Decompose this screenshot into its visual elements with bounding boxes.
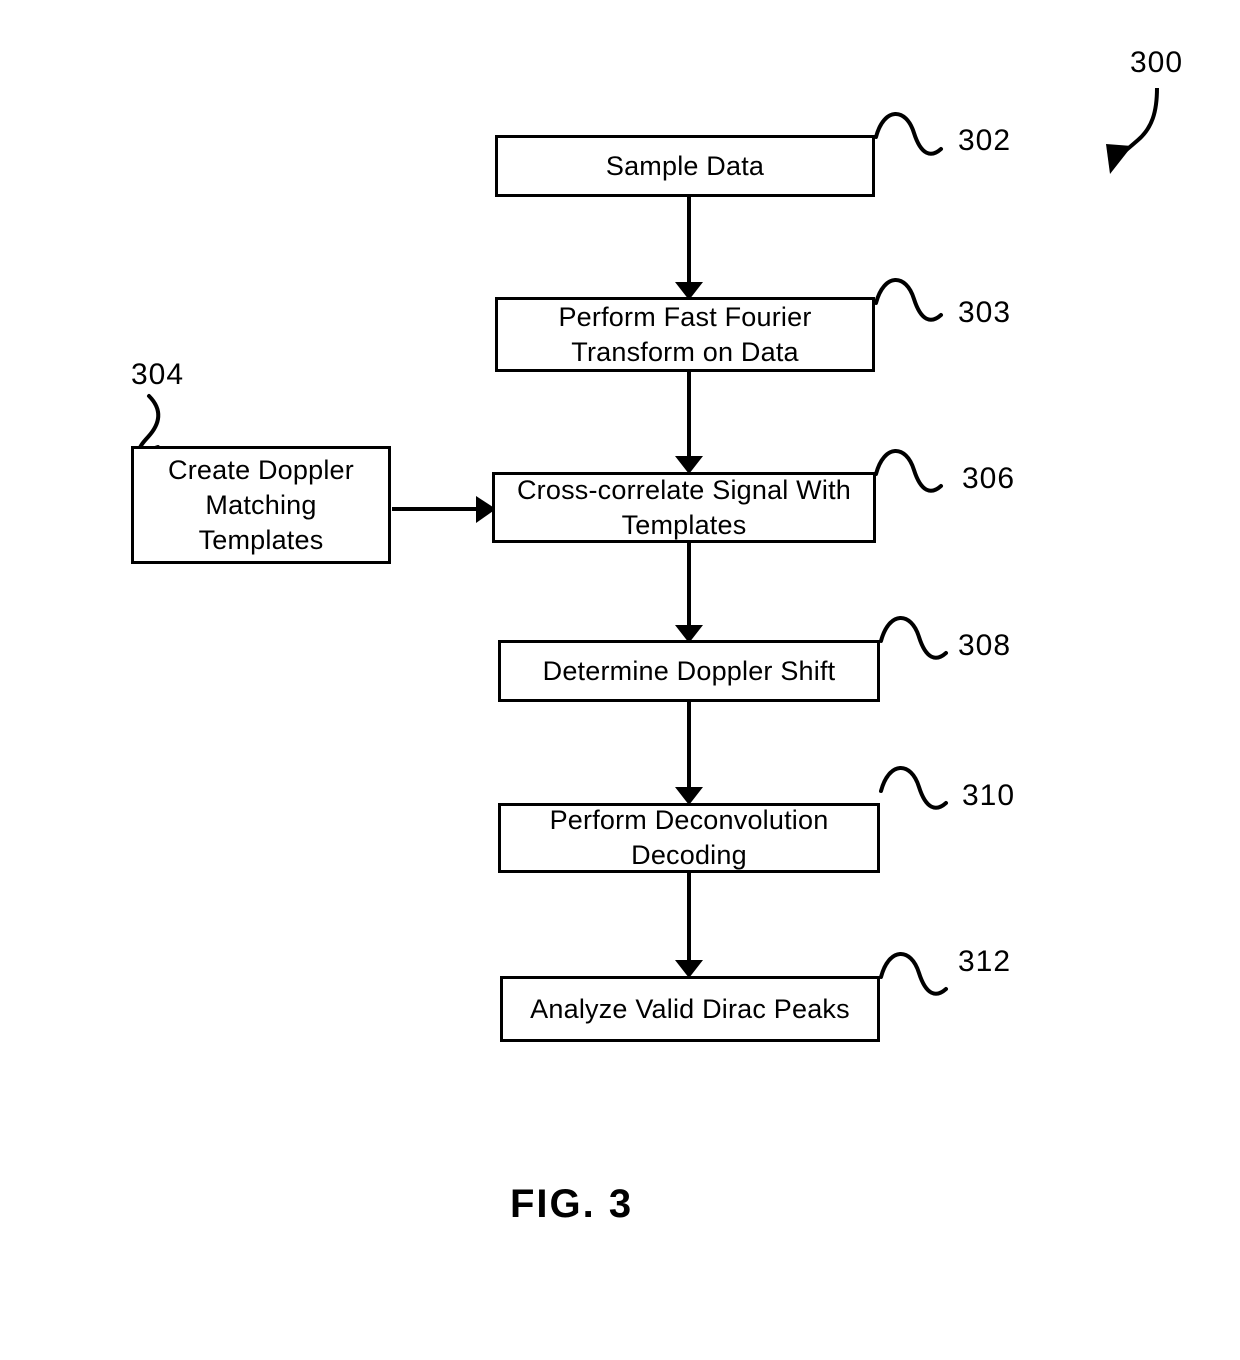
ref-number-312: 312 xyxy=(958,945,1012,978)
node-label: Analyze Valid Dirac Peaks xyxy=(530,993,850,1024)
node-sample-data[interactable]: Sample Data xyxy=(495,135,875,197)
ref-number-310: 310 xyxy=(962,779,1016,812)
node-label: Perform Deconvolution Decoding xyxy=(549,805,829,870)
ref-300-curve xyxy=(1117,87,1159,158)
ref-number-306: 306 xyxy=(962,462,1016,495)
node-label: Determine Doppler Shift xyxy=(542,655,836,686)
node-analyze-dirac-peaks[interactable]: Analyze Valid Dirac Peaks xyxy=(500,976,880,1042)
figure-ref-arrow xyxy=(1117,87,1159,158)
leader-squiggle-310 xyxy=(879,766,948,810)
leader-squiggle-312 xyxy=(879,952,948,996)
ref-number-302: 302 xyxy=(958,124,1012,157)
leader-squiggle-303 xyxy=(874,278,943,322)
leader-squiggle-304 xyxy=(137,394,161,453)
ref-number-303: 303 xyxy=(958,296,1012,329)
node-cross-correlate[interactable]: Cross-correlate Signal With Templates xyxy=(492,472,876,543)
ref-number-304: 304 xyxy=(131,358,185,391)
figure-caption: FIG. 3 xyxy=(510,1182,634,1226)
ref-300-arrowhead xyxy=(1106,144,1132,174)
ref-number-300: 300 xyxy=(1130,46,1184,79)
ref-number-308: 308 xyxy=(958,629,1012,662)
arrowhead-group xyxy=(476,282,703,978)
node-label: Perform Fast Fourier Transform on Data xyxy=(558,301,812,367)
patent-figure-canvas: Sample Data Perform Fast Fourier Transfo… xyxy=(0,0,1240,1360)
node-label: Sample Data xyxy=(605,150,765,181)
node-determine-doppler-shift[interactable]: Determine Doppler Shift xyxy=(498,640,880,702)
leader-squiggle-302 xyxy=(874,112,943,156)
node-create-doppler-templates[interactable]: Create Doppler Matching Templates xyxy=(131,446,391,564)
node-label: Cross-correlate Signal With Templates xyxy=(516,474,851,540)
node-perform-fft[interactable]: Perform Fast Fourier Transform on Data xyxy=(495,297,875,372)
node-label: Create Doppler Matching Templates xyxy=(168,454,354,555)
node-perform-deconvolution[interactable]: Perform Deconvolution Decoding xyxy=(498,803,880,873)
leader-squiggle-308 xyxy=(879,616,948,660)
leader-squiggle-306 xyxy=(874,449,943,493)
